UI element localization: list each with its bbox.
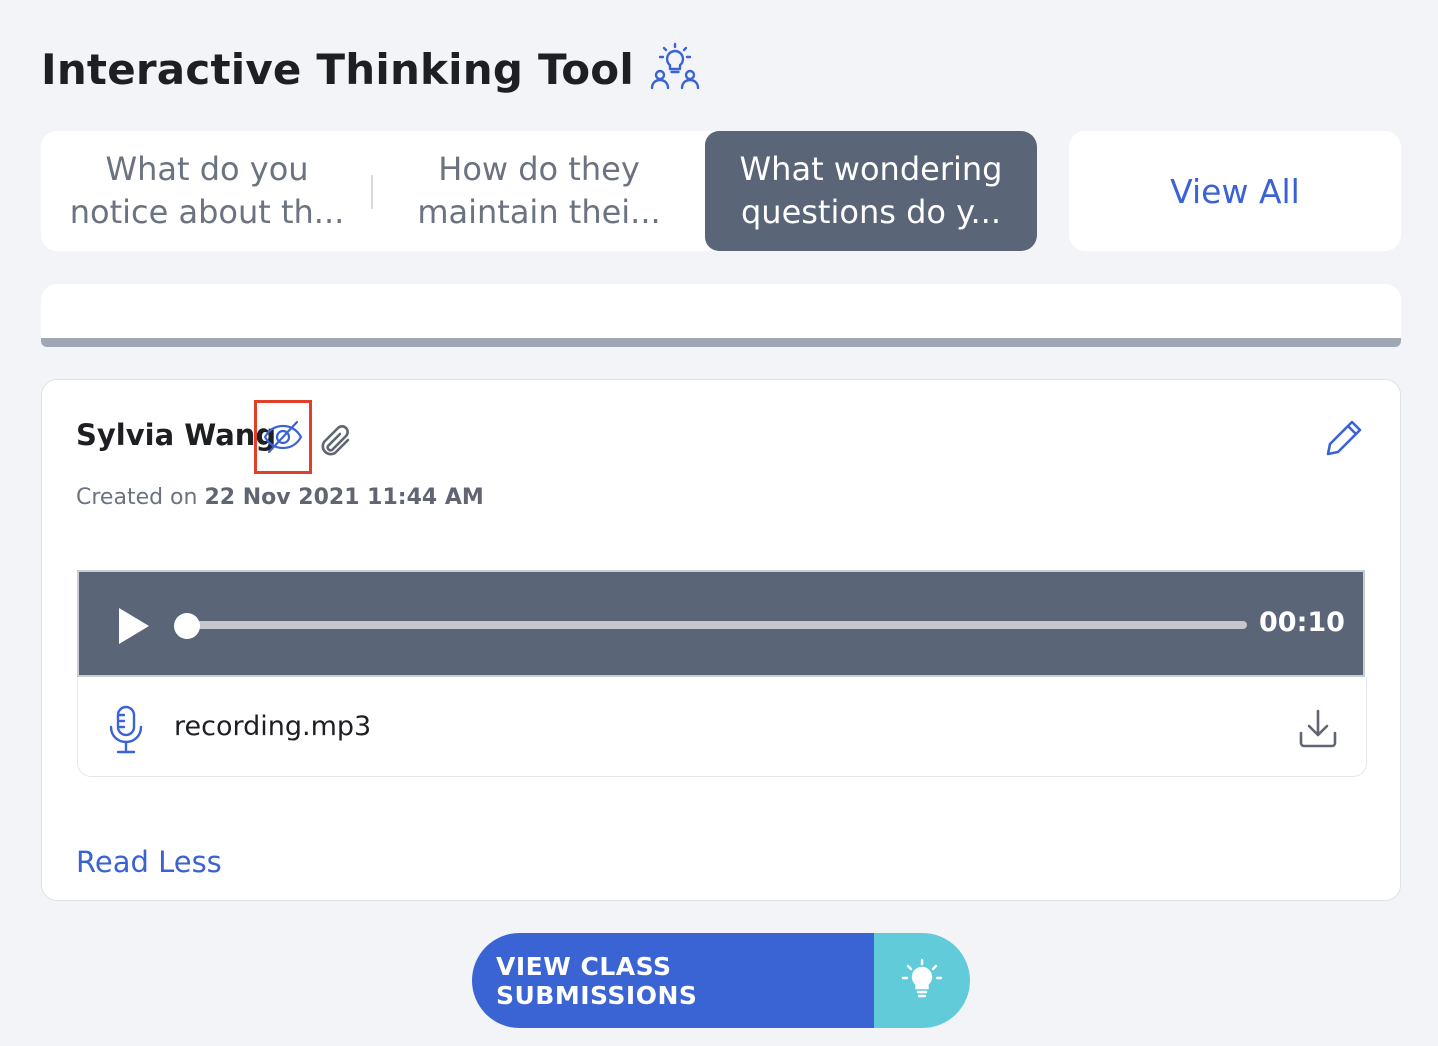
edit-pencil-icon[interactable] <box>1324 418 1364 458</box>
view-all-button[interactable]: View All <box>1069 131 1401 251</box>
tab-question-1[interactable]: What do you notice about th... <box>41 131 373 251</box>
eye-off-icon <box>263 420 303 454</box>
read-less-link[interactable]: Read Less <box>76 845 222 879</box>
page-title: Interactive Thinking Tool <box>41 44 634 94</box>
author-name: Sylvia Wang <box>76 418 277 452</box>
play-icon[interactable] <box>115 605 153 647</box>
audio-progress-knob[interactable] <box>174 613 200 639</box>
submission-card: Sylvia Wang Created on 22 Nov 2021 11:44… <box>41 379 1401 901</box>
created-date-line: Created on 22 Nov 2021 11:44 AM <box>76 485 484 510</box>
question-tabs: What do you notice about th... How do th… <box>41 131 1037 251</box>
attachment-row: recording.mp3 <box>77 677 1367 777</box>
tab-label: What wondering questions do y... <box>739 150 1003 231</box>
tab-label: What do you notice about th... <box>69 150 345 231</box>
audio-progress-track[interactable] <box>187 621 1247 629</box>
tab-question-2[interactable]: How do they maintain thei... <box>373 131 705 251</box>
lightbulb-icon <box>901 958 943 997</box>
paperclip-icon[interactable] <box>318 420 354 460</box>
audio-player: 00:10 <box>77 570 1365 677</box>
created-prefix: Created on <box>76 485 198 510</box>
file-name: recording.mp3 <box>174 711 372 742</box>
tab-label: How do they maintain thei... <box>417 150 661 231</box>
download-icon[interactable] <box>1296 707 1340 751</box>
page-header: Interactive Thinking Tool <box>41 38 702 100</box>
progress-bar <box>41 338 1401 347</box>
view-class-submissions-button[interactable]: VIEW CLASS SUBMISSIONS <box>472 933 970 1028</box>
view-class-submissions-label: VIEW CLASS SUBMISSIONS <box>472 933 874 1028</box>
audio-time: 00:10 <box>1259 607 1345 638</box>
microphone-icon <box>109 705 143 754</box>
visibility-toggle-button[interactable] <box>254 400 312 474</box>
group-idea-icon <box>650 42 700 90</box>
question-progress-card <box>41 284 1401 347</box>
tab-question-3[interactable]: What wondering questions do y... <box>705 131 1037 251</box>
lightbulb-icon-area <box>874 933 970 1028</box>
created-date: 22 Nov 2021 11:44 AM <box>204 485 484 510</box>
